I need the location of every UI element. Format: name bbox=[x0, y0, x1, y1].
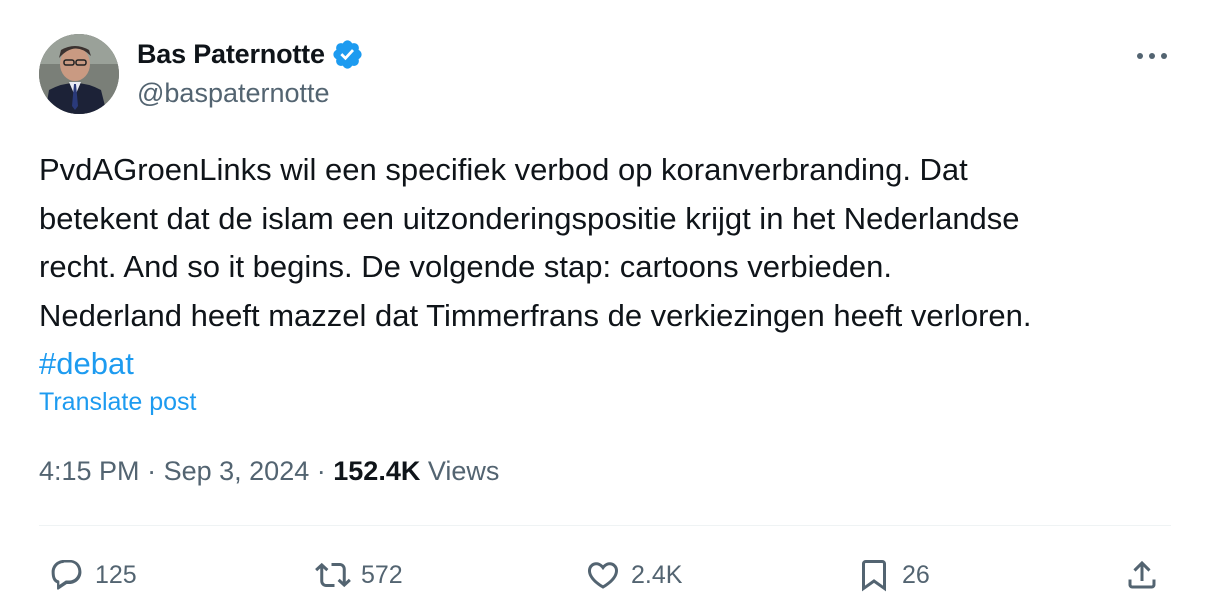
divider bbox=[39, 525, 1171, 526]
reply-button[interactable]: 125 bbox=[49, 555, 137, 595]
verified-badge-icon[interactable] bbox=[331, 38, 364, 71]
like-icon bbox=[587, 562, 619, 589]
repost-button[interactable]: 572 bbox=[315, 555, 403, 595]
avatar[interactable] bbox=[39, 34, 119, 114]
more-icon[interactable] bbox=[1134, 44, 1170, 68]
share-button[interactable] bbox=[1124, 555, 1160, 595]
hashtag-link[interactable]: #debat bbox=[39, 340, 1179, 389]
meta-separator: · bbox=[316, 456, 326, 486]
tweet-card: Bas Paternotte @baspaternotte PvdAGroenL… bbox=[0, 0, 1212, 614]
reply-count: 125 bbox=[95, 560, 137, 589]
repost-count: 572 bbox=[361, 560, 403, 589]
translate-post-link[interactable]: Translate post bbox=[39, 388, 196, 417]
share-icon bbox=[1128, 560, 1156, 589]
author-name-row: Bas Paternotte bbox=[137, 36, 364, 72]
post-meta: 4:15 PM · Sep 3, 2024 · 152.4K Views bbox=[39, 456, 499, 487]
post-text-line: recht. And so it begins. De volgende sta… bbox=[39, 249, 893, 284]
repost-icon bbox=[315, 562, 351, 588]
bookmark-icon bbox=[862, 560, 886, 592]
post-date[interactable]: Sep 3, 2024 bbox=[164, 456, 310, 486]
post-text: PvdAGroenLinks wil een specifiek verbod … bbox=[39, 146, 1179, 389]
like-count: 2.4K bbox=[631, 560, 683, 589]
reply-icon bbox=[51, 560, 82, 590]
post-text-line: Nederland heeft mazzel dat Timmerfrans d… bbox=[39, 297, 1032, 333]
post-text-line: betekent dat de islam een uitzonderingsp… bbox=[39, 200, 1020, 236]
bookmark-button[interactable]: 26 bbox=[856, 555, 930, 595]
author-handle[interactable]: @baspaternotte bbox=[137, 78, 330, 109]
like-button[interactable]: 2.4K bbox=[585, 555, 682, 595]
post-time[interactable]: 4:15 PM bbox=[39, 456, 140, 486]
post-text-line: PvdAGroenLinks wil een specifiek verbod … bbox=[39, 152, 968, 187]
views-count[interactable]: 152.4K bbox=[333, 456, 420, 486]
views-label: Views bbox=[427, 456, 500, 486]
bookmark-count: 26 bbox=[902, 560, 930, 589]
meta-separator: · bbox=[147, 456, 157, 486]
author-name[interactable]: Bas Paternotte bbox=[137, 39, 325, 70]
